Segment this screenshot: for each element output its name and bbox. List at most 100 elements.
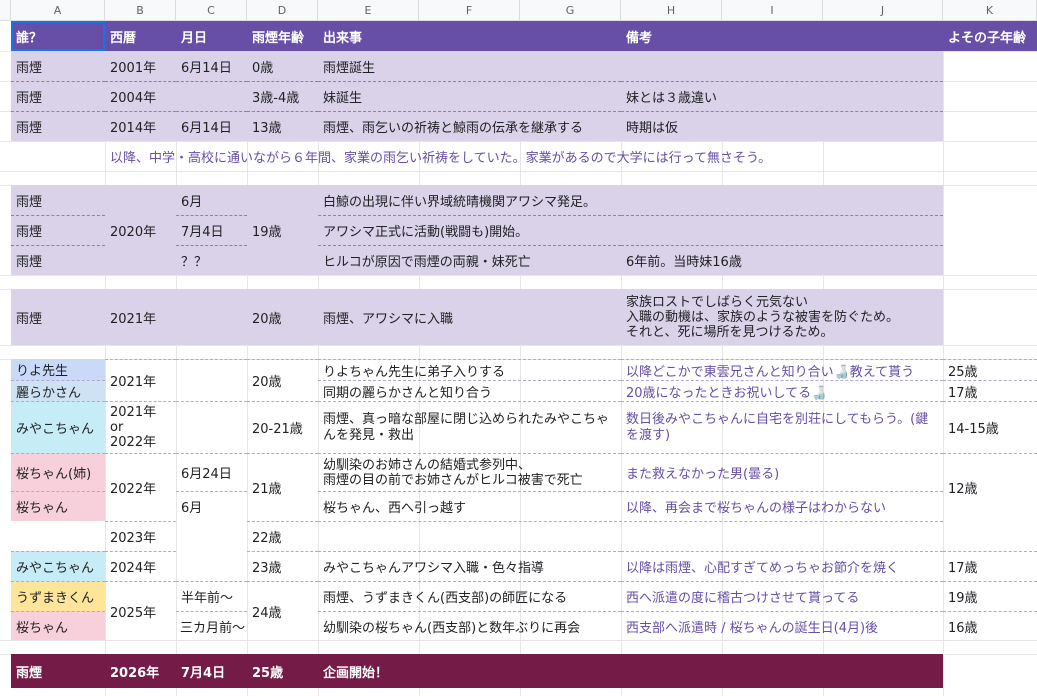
cell-date[interactable]: 6月 [176,185,247,215]
cell-note[interactable]: 家族ロストでしばらく元気ない 入職の動機は、家族のような被害を防ぐため。 それと… [621,289,943,345]
cell-age[interactable]: 24歳 [247,581,318,640]
cell-other-age[interactable]: 12歳 [943,453,1037,521]
col-header-g[interactable]: G [520,0,621,21]
header-other-age[interactable]: よその子年齢 [943,21,1037,51]
cell-who[interactable]: 桜ちゃん [11,611,105,640]
header-date[interactable]: 月日 [176,21,247,51]
cell-other-age[interactable]: 16歳 [943,611,1037,640]
cell-event[interactable]: 雨煙、アワシマに入職 [318,289,621,345]
cell-year[interactable]: 2004年 [105,81,176,111]
cell-note[interactable]: 6年前。当時妹16歳 [621,245,943,275]
cell-who[interactable]: 桜ちゃん(姉) [11,453,105,491]
cell-who[interactable]: りよ先生 [11,359,105,380]
col-header-d[interactable]: D [247,0,318,21]
col-header-j[interactable]: J [823,0,943,21]
cell-date[interactable]: 半年前～ [176,581,247,611]
cell-other-age[interactable]: 17歳 [943,380,1037,401]
cell-note[interactable]: 西支部へ派遣時 / 桜ちゃんの誕生日(4月)後 [621,611,943,640]
cell-event[interactable]: みやこちゃんアワシマ入職・色々指導 [318,551,621,581]
cell-date[interactable] [176,289,247,345]
cell-who[interactable]: 雨煙 [11,81,105,111]
cell-event[interactable]: アワシマ正式に活動(戦闘も)開始。 [318,215,621,245]
cell-date[interactable]: 三カ月前～ [176,611,247,640]
cell-narrative[interactable]: 以降、中学・高校に通いながら６年間、家業の雨乞い祈祷をしていた。家業があるので大… [105,141,943,171]
header-age[interactable]: 雨煙年齢 [247,21,318,51]
col-header-h[interactable]: H [621,0,722,21]
header-year[interactable]: 西暦 [105,21,176,51]
cell-age[interactable]: 19歳 [247,185,318,275]
cell-date[interactable] [176,81,247,111]
cell-date[interactable]: 6月 [176,491,247,521]
cell-date[interactable]: 7月4日 [176,654,247,688]
cell-note[interactable]: 以降どこかで東雲兄さんと知り合い🍶教えて貰う [621,359,943,380]
cell-who[interactable]: みやこちゃん [11,401,105,453]
cell-event[interactable]: 白鯨の出現に伴い界域統晴機関アワシマ発足。 [318,185,621,215]
cell-note[interactable]: 以降は雨煙、心配すぎてめっちゃお節介を焼く [621,551,943,581]
cell-other-age[interactable]: 14-15歳 [943,401,1037,453]
cell-date[interactable] [176,359,247,401]
cell-age[interactable]: 20歳 [247,359,318,401]
cell-event[interactable]: ヒルコが原因で雨煙の両親・妹死亡 [318,245,621,275]
corner-cell[interactable] [0,0,11,21]
spreadsheet[interactable]: A B C D E F G H I J K 誰？ 西暦 月日 雨煙年齢 出来事 … [0,0,1037,696]
cell-date[interactable]: 6月24日 [176,453,247,491]
cell-year[interactable]: 2020年 [105,185,176,275]
cell-age[interactable]: 21歳 [247,453,318,521]
cell-age[interactable]: 22歳 [247,521,318,551]
cell-year[interactable]: 2024年 [105,551,176,581]
cell-note[interactable]: 20歳になったときお祝いしてる🍶 [621,380,943,401]
cell-year[interactable]: 2021年 [105,289,176,345]
cell-other-age[interactable]: 17歳 [943,551,1037,581]
cell-note[interactable]: 数日後みやこちゃんに自宅を別荘にしてもらう。(鍵を渡す) [621,401,943,453]
col-header-i[interactable]: I [722,0,823,21]
cell-year[interactable]: 2001年 [105,51,176,81]
col-header-b[interactable]: B [105,0,176,21]
cell-who[interactable]: 雨煙 [11,289,105,345]
cell-event[interactable]: 幼馴染のお姉さんの結婚式参列中、 雨煙の目の前でお姉さんがヒルコ被害で死亡 [318,453,621,491]
cell-note[interactable] [621,185,943,215]
cell-note[interactable]: また救えなかった男(曇る) [621,453,943,491]
cell-note[interactable]: 以降、再会まで桜ちゃんの様子はわからない [621,491,943,521]
cell-date[interactable]: ？？ [176,245,247,275]
cell-age[interactable]: 3歳-4歳 [247,81,318,111]
cell-date[interactable]: 6月14日 [176,51,247,81]
col-header-e[interactable]: E [318,0,419,21]
cell-date[interactable]: 7月4日 [176,215,247,245]
cell-who[interactable]: 桜ちゃん [11,491,105,521]
cell-age[interactable]: 20-21歳 [247,401,318,453]
cell-event[interactable]: 雨煙、真っ暗な部屋に閉じ込められたみやこちゃんを発見・救出 [318,401,621,453]
cell-other-age[interactable]: 19歳 [943,581,1037,611]
cell-who[interactable]: 雨煙 [11,51,105,81]
cell-year[interactable]: 2021年 or 2022年 [105,401,176,453]
col-header-f[interactable]: F [419,0,520,21]
cell-event[interactable]: 妹誕生 [318,81,621,111]
cell-year[interactable]: 2025年 [105,581,176,640]
header-note[interactable]: 備考 [621,21,943,51]
header-event[interactable]: 出来事 [318,21,621,51]
cell-event[interactable]: 雨煙、うずまきくん(西支部)の師匠になる [318,581,621,611]
cell-event[interactable]: りよちゃん先生に弟子入りする [318,359,621,380]
col-header-k[interactable]: K [943,0,1037,21]
cell-who[interactable]: みやこちゃん [11,551,105,581]
cell-age[interactable]: 23歳 [247,551,318,581]
cell-who[interactable]: 雨煙 [11,185,105,215]
cell-event[interactable]: 雨煙誕生 [318,51,621,81]
cell-date[interactable] [176,401,247,453]
cell-who[interactable]: 雨煙 [11,654,105,688]
cell-who[interactable]: 雨煙 [11,245,105,275]
cell-note[interactable]: 時期は仮 [621,111,943,141]
col-header-c[interactable]: C [176,0,247,21]
cell-note[interactable] [621,654,943,688]
cell-note[interactable]: 西へ派遣の度に稽古つけさせて貰ってる [621,581,943,611]
header-who[interactable]: 誰？ [11,21,105,51]
cell-event[interactable]: 企画開始！ [318,654,621,688]
cell-who[interactable]: うずまきくん [11,581,105,611]
cell-event[interactable]: 同期の麗らかさんと知り合う [318,380,621,401]
cell-year[interactable]: 2014年 [105,111,176,141]
cell-age[interactable]: 20歳 [247,289,318,345]
cell-year[interactable]: 2021年 [105,359,176,401]
cell-note[interactable] [621,215,943,245]
cell-year[interactable]: 2026年 [105,654,176,688]
cell-other-age[interactable]: 25歳 [943,359,1037,380]
cell-who[interactable]: 麗らかさん [11,380,105,401]
